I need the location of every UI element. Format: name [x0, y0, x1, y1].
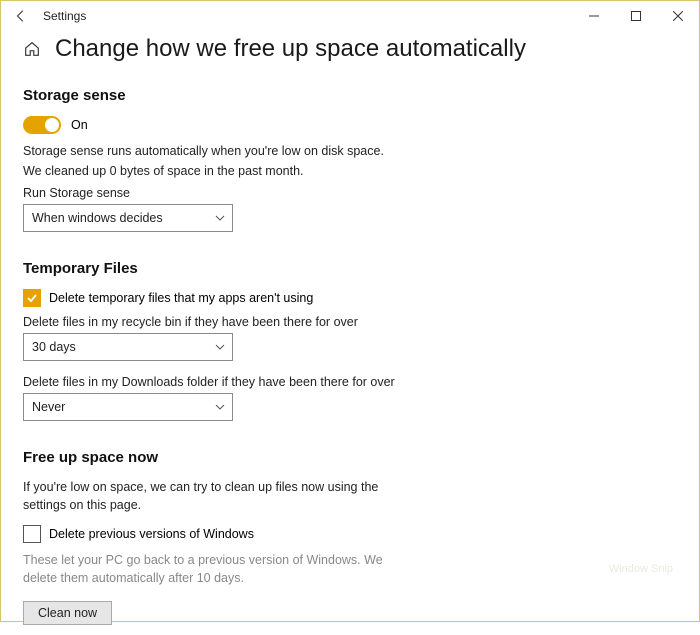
run-storage-sense-select[interactable]: When windows decides	[23, 204, 233, 232]
storage-sense-toggle[interactable]	[23, 116, 61, 134]
storage-sense-desc1: Storage sense runs automatically when yo…	[23, 142, 677, 160]
home-icon[interactable]	[23, 40, 41, 58]
recycle-bin-label: Delete files in my recycle bin if they h…	[23, 315, 677, 329]
chevron-down-icon	[214, 401, 226, 413]
chevron-down-icon	[214, 341, 226, 353]
section-free-up-space: Free up space now If you're low on space…	[23, 449, 677, 625]
storage-sense-toggle-label: On	[71, 118, 88, 132]
delete-prev-windows-checkbox[interactable]	[23, 525, 41, 543]
minimize-button[interactable]	[573, 1, 615, 31]
recycle-bin-select[interactable]: 30 days	[23, 333, 233, 361]
free-hint: These let your PC go back to a previous …	[23, 551, 393, 587]
page-header: Change how we free up space automaticall…	[23, 35, 677, 63]
window-title: Settings	[43, 9, 86, 23]
window-controls	[573, 1, 699, 31]
page-body: Change how we free up space automaticall…	[1, 31, 699, 635]
delete-prev-windows-row: Delete previous versions of Windows	[23, 525, 677, 543]
storage-sense-toggle-row: On	[23, 116, 677, 134]
temp-delete-unused-row: Delete temporary files that my apps aren…	[23, 289, 677, 307]
recycle-bin-value: 30 days	[32, 340, 76, 354]
storage-sense-heading: Storage sense	[23, 87, 677, 104]
close-button[interactable]	[657, 1, 699, 31]
downloads-label: Delete files in my Downloads folder if t…	[23, 375, 677, 389]
free-heading: Free up space now	[23, 449, 677, 466]
titlebar: Settings	[1, 1, 699, 31]
section-temporary-files: Temporary Files Delete temporary files t…	[23, 260, 677, 421]
section-storage-sense: Storage sense On Storage sense runs auto…	[23, 87, 677, 232]
storage-sense-desc2: We cleaned up 0 bytes of space in the pa…	[23, 162, 677, 180]
temp-heading: Temporary Files	[23, 260, 677, 277]
back-button[interactable]	[9, 4, 33, 28]
chevron-down-icon	[214, 212, 226, 224]
downloads-value: Never	[32, 400, 65, 414]
run-storage-sense-value: When windows decides	[32, 211, 163, 225]
maximize-button[interactable]	[615, 1, 657, 31]
downloads-select[interactable]: Never	[23, 393, 233, 421]
run-storage-sense-label: Run Storage sense	[23, 186, 677, 200]
temp-delete-unused-label: Delete temporary files that my apps aren…	[49, 291, 313, 305]
page-title: Change how we free up space automaticall…	[55, 35, 526, 63]
temp-delete-unused-checkbox[interactable]	[23, 289, 41, 307]
delete-prev-windows-label: Delete previous versions of Windows	[49, 527, 254, 541]
free-desc: If you're low on space, we can try to cl…	[23, 478, 393, 514]
clean-now-button[interactable]: Clean now	[23, 601, 112, 625]
